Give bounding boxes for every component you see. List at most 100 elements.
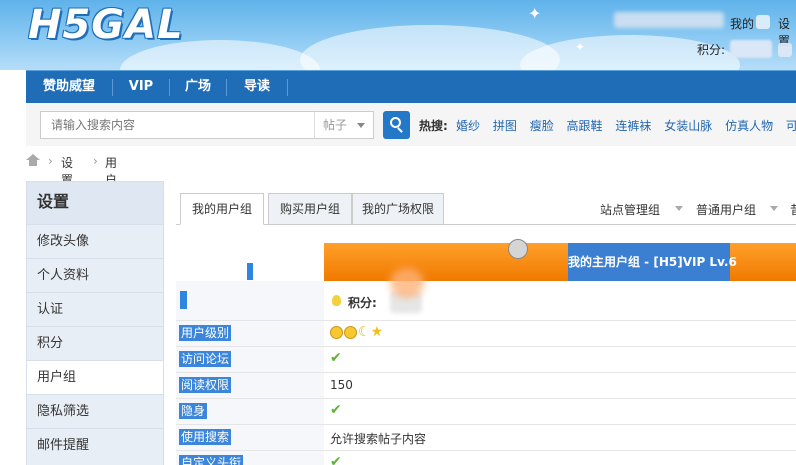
sun-icon bbox=[344, 325, 357, 339]
hot-search-term[interactable]: 连裤袜 bbox=[615, 119, 651, 133]
hot-search-term[interactable]: 拼图 bbox=[493, 119, 517, 133]
sidebar-item-usergroup[interactable]: 用户组 bbox=[27, 360, 163, 394]
star-decoration: ✦ bbox=[575, 40, 586, 54]
row-value-cell: ☾★ bbox=[324, 321, 796, 347]
row-label-cell: 阅读权限 bbox=[176, 373, 324, 399]
table-row: 阅读权限 150 bbox=[176, 373, 796, 399]
nav-item-plaza[interactable]: 广场 bbox=[170, 71, 226, 104]
main-group-label: 我的主用户组 - [H5]VIP Lv.6 bbox=[568, 243, 737, 281]
points-redacted bbox=[730, 40, 772, 58]
search-input[interactable]: 请输入搜索内容 bbox=[40, 111, 340, 139]
points-label: 积分: bbox=[348, 296, 377, 310]
dropdown-normal-group[interactable]: 普通用户组 bbox=[696, 201, 756, 218]
row-value: 150 bbox=[330, 378, 353, 392]
table-row: 自定义头衔 ✔ bbox=[176, 451, 796, 465]
settings-sidebar: 设置 修改头像 个人资料 认证 积分 用户组 隐私筛选 邮件提醒 bbox=[26, 181, 164, 465]
chevron-down-icon bbox=[357, 123, 365, 128]
hot-search-term[interactable]: 可爱 bbox=[786, 119, 796, 133]
moon-icon: ☾ bbox=[358, 324, 371, 340]
row-value-cell: ✔ bbox=[324, 347, 796, 373]
group-header-row: 我的主用户组 - [H5]VIP Lv.6 bbox=[176, 239, 796, 281]
row-label-cell: 用户级别 bbox=[176, 321, 324, 347]
sidebar-item-verify[interactable]: 认证 bbox=[27, 292, 163, 326]
lightbulb-icon bbox=[332, 295, 341, 306]
check-icon: ✔ bbox=[330, 402, 342, 418]
dropdown-site-admin[interactable]: 站点管理组 bbox=[600, 201, 660, 218]
table-row: 访问论坛 ✔ bbox=[176, 347, 796, 373]
row-label-cell: 隐身 bbox=[176, 399, 324, 425]
nav-item-sponsor[interactable]: 赞助威望 bbox=[26, 71, 112, 104]
hot-search-term[interactable]: 瘦脸 bbox=[530, 119, 554, 133]
row-label: 访问论坛 bbox=[179, 351, 232, 367]
hot-search-term[interactable]: 仿真人物 bbox=[725, 119, 773, 133]
usergroup-tabs: 我的用户组 购买用户组 我的广场权限 站点管理组 普通用户组 昔 bbox=[176, 191, 796, 225]
sidebar-item-avatar[interactable]: 修改头像 bbox=[27, 224, 163, 258]
hot-search-term[interactable]: 女装山脉 bbox=[664, 119, 712, 133]
row-label-cell: 访问论坛 bbox=[176, 347, 324, 373]
blue-marker bbox=[180, 291, 187, 309]
blue-marker bbox=[247, 263, 253, 280]
hot-search-term[interactable]: 婚纱 bbox=[456, 119, 480, 133]
breadcrumb-separator: › bbox=[93, 154, 98, 168]
sidebar-title: 设置 bbox=[27, 182, 163, 224]
breadcrumb-separator: › bbox=[48, 154, 53, 168]
row-value-cell: 允许搜索帖子内容 bbox=[324, 425, 796, 451]
star-icon: ★ bbox=[370, 324, 384, 340]
home-icon[interactable] bbox=[26, 154, 40, 166]
search-type-value: 帖子 bbox=[323, 118, 348, 132]
star-decoration: ✦ bbox=[528, 4, 542, 23]
table-row: 用户级别 ☾★ bbox=[176, 321, 796, 347]
tab-plaza-permission[interactable]: 我的广场权限 bbox=[352, 193, 444, 225]
nav-divider bbox=[287, 79, 288, 96]
my-link[interactable]: 我的 bbox=[730, 15, 754, 32]
avatar-blur bbox=[390, 268, 424, 298]
tab-my-group[interactable]: 我的用户组 bbox=[180, 193, 264, 225]
sidebar-item-points[interactable]: 积分 bbox=[27, 326, 163, 360]
dropdown-other-group[interactable]: 昔 bbox=[790, 201, 796, 218]
row-value-cell: ✔ bbox=[324, 451, 796, 465]
row-label-cell: 自定义头衔 bbox=[176, 451, 324, 465]
check-icon: ✔ bbox=[330, 350, 342, 366]
row-label: 使用搜索 bbox=[179, 429, 232, 445]
hot-search-list: 婚纱 拼图 瘦脸 高跟鞋 连裤袜 女装山脉 仿真人物 可爱 衣 bbox=[456, 117, 796, 134]
row-label: 用户级别 bbox=[179, 325, 232, 341]
sidebar-item-privacy[interactable]: 隐私筛选 bbox=[27, 394, 163, 428]
level-icons: ☾★ bbox=[330, 324, 383, 340]
sidebar-item-profile[interactable]: 个人资料 bbox=[27, 258, 163, 292]
sidebar-item-email[interactable]: 邮件提醒 bbox=[27, 428, 163, 462]
row-value: 允许搜索帖子内容 bbox=[330, 432, 427, 446]
search-icon-handle bbox=[397, 127, 403, 133]
nav-item-vip[interactable]: VIP bbox=[113, 71, 169, 104]
username-redacted bbox=[614, 12, 724, 28]
row-label: 隐身 bbox=[179, 403, 208, 419]
site-header: ✦ ✦ H5GAL 我的 设置 积分: bbox=[0, 0, 796, 70]
check-icon: ✔ bbox=[330, 454, 342, 465]
search-type-select[interactable]: 帖子 bbox=[314, 111, 374, 139]
chevron-down-icon bbox=[675, 206, 683, 211]
search-button[interactable] bbox=[383, 111, 410, 139]
row-label: 自定义头衔 bbox=[179, 455, 244, 465]
row-value-cell: ✔ bbox=[324, 399, 796, 425]
progress-knob[interactable] bbox=[508, 239, 528, 259]
row-value-cell: 150 bbox=[324, 373, 796, 399]
search-bar: 请输入搜索内容 帖子 热搜: 婚纱 拼图 瘦脸 高跟鞋 连裤袜 女装山脉 仿真人… bbox=[26, 103, 796, 146]
row-label-cell: 使用搜索 bbox=[176, 425, 324, 451]
main-nav: 赞助威望 VIP 广场 导读 bbox=[26, 70, 796, 103]
nav-item-guide[interactable]: 导读 bbox=[227, 71, 287, 104]
site-logo[interactable]: H5GAL bbox=[28, 2, 184, 48]
row-label: 阅读权限 bbox=[179, 377, 232, 393]
home-icon-body bbox=[29, 160, 37, 166]
redacted-block bbox=[756, 15, 770, 29]
table-row: 隐身 ✔ bbox=[176, 399, 796, 425]
table-row: 使用搜索 允许搜索帖子内容 bbox=[176, 425, 796, 451]
hot-search-term[interactable]: 高跟鞋 bbox=[567, 119, 603, 133]
points-row-label-cell bbox=[176, 281, 324, 321]
redacted-block bbox=[778, 43, 792, 57]
header-points-label: 积分: bbox=[697, 43, 726, 57]
hot-search-label: 热搜: bbox=[419, 119, 448, 133]
search-icon bbox=[390, 117, 401, 128]
sun-icon bbox=[330, 325, 343, 339]
tab-buy-group[interactable]: 购买用户组 bbox=[268, 193, 352, 225]
chevron-down-icon bbox=[770, 206, 778, 211]
points-row: 积分: bbox=[176, 281, 796, 321]
